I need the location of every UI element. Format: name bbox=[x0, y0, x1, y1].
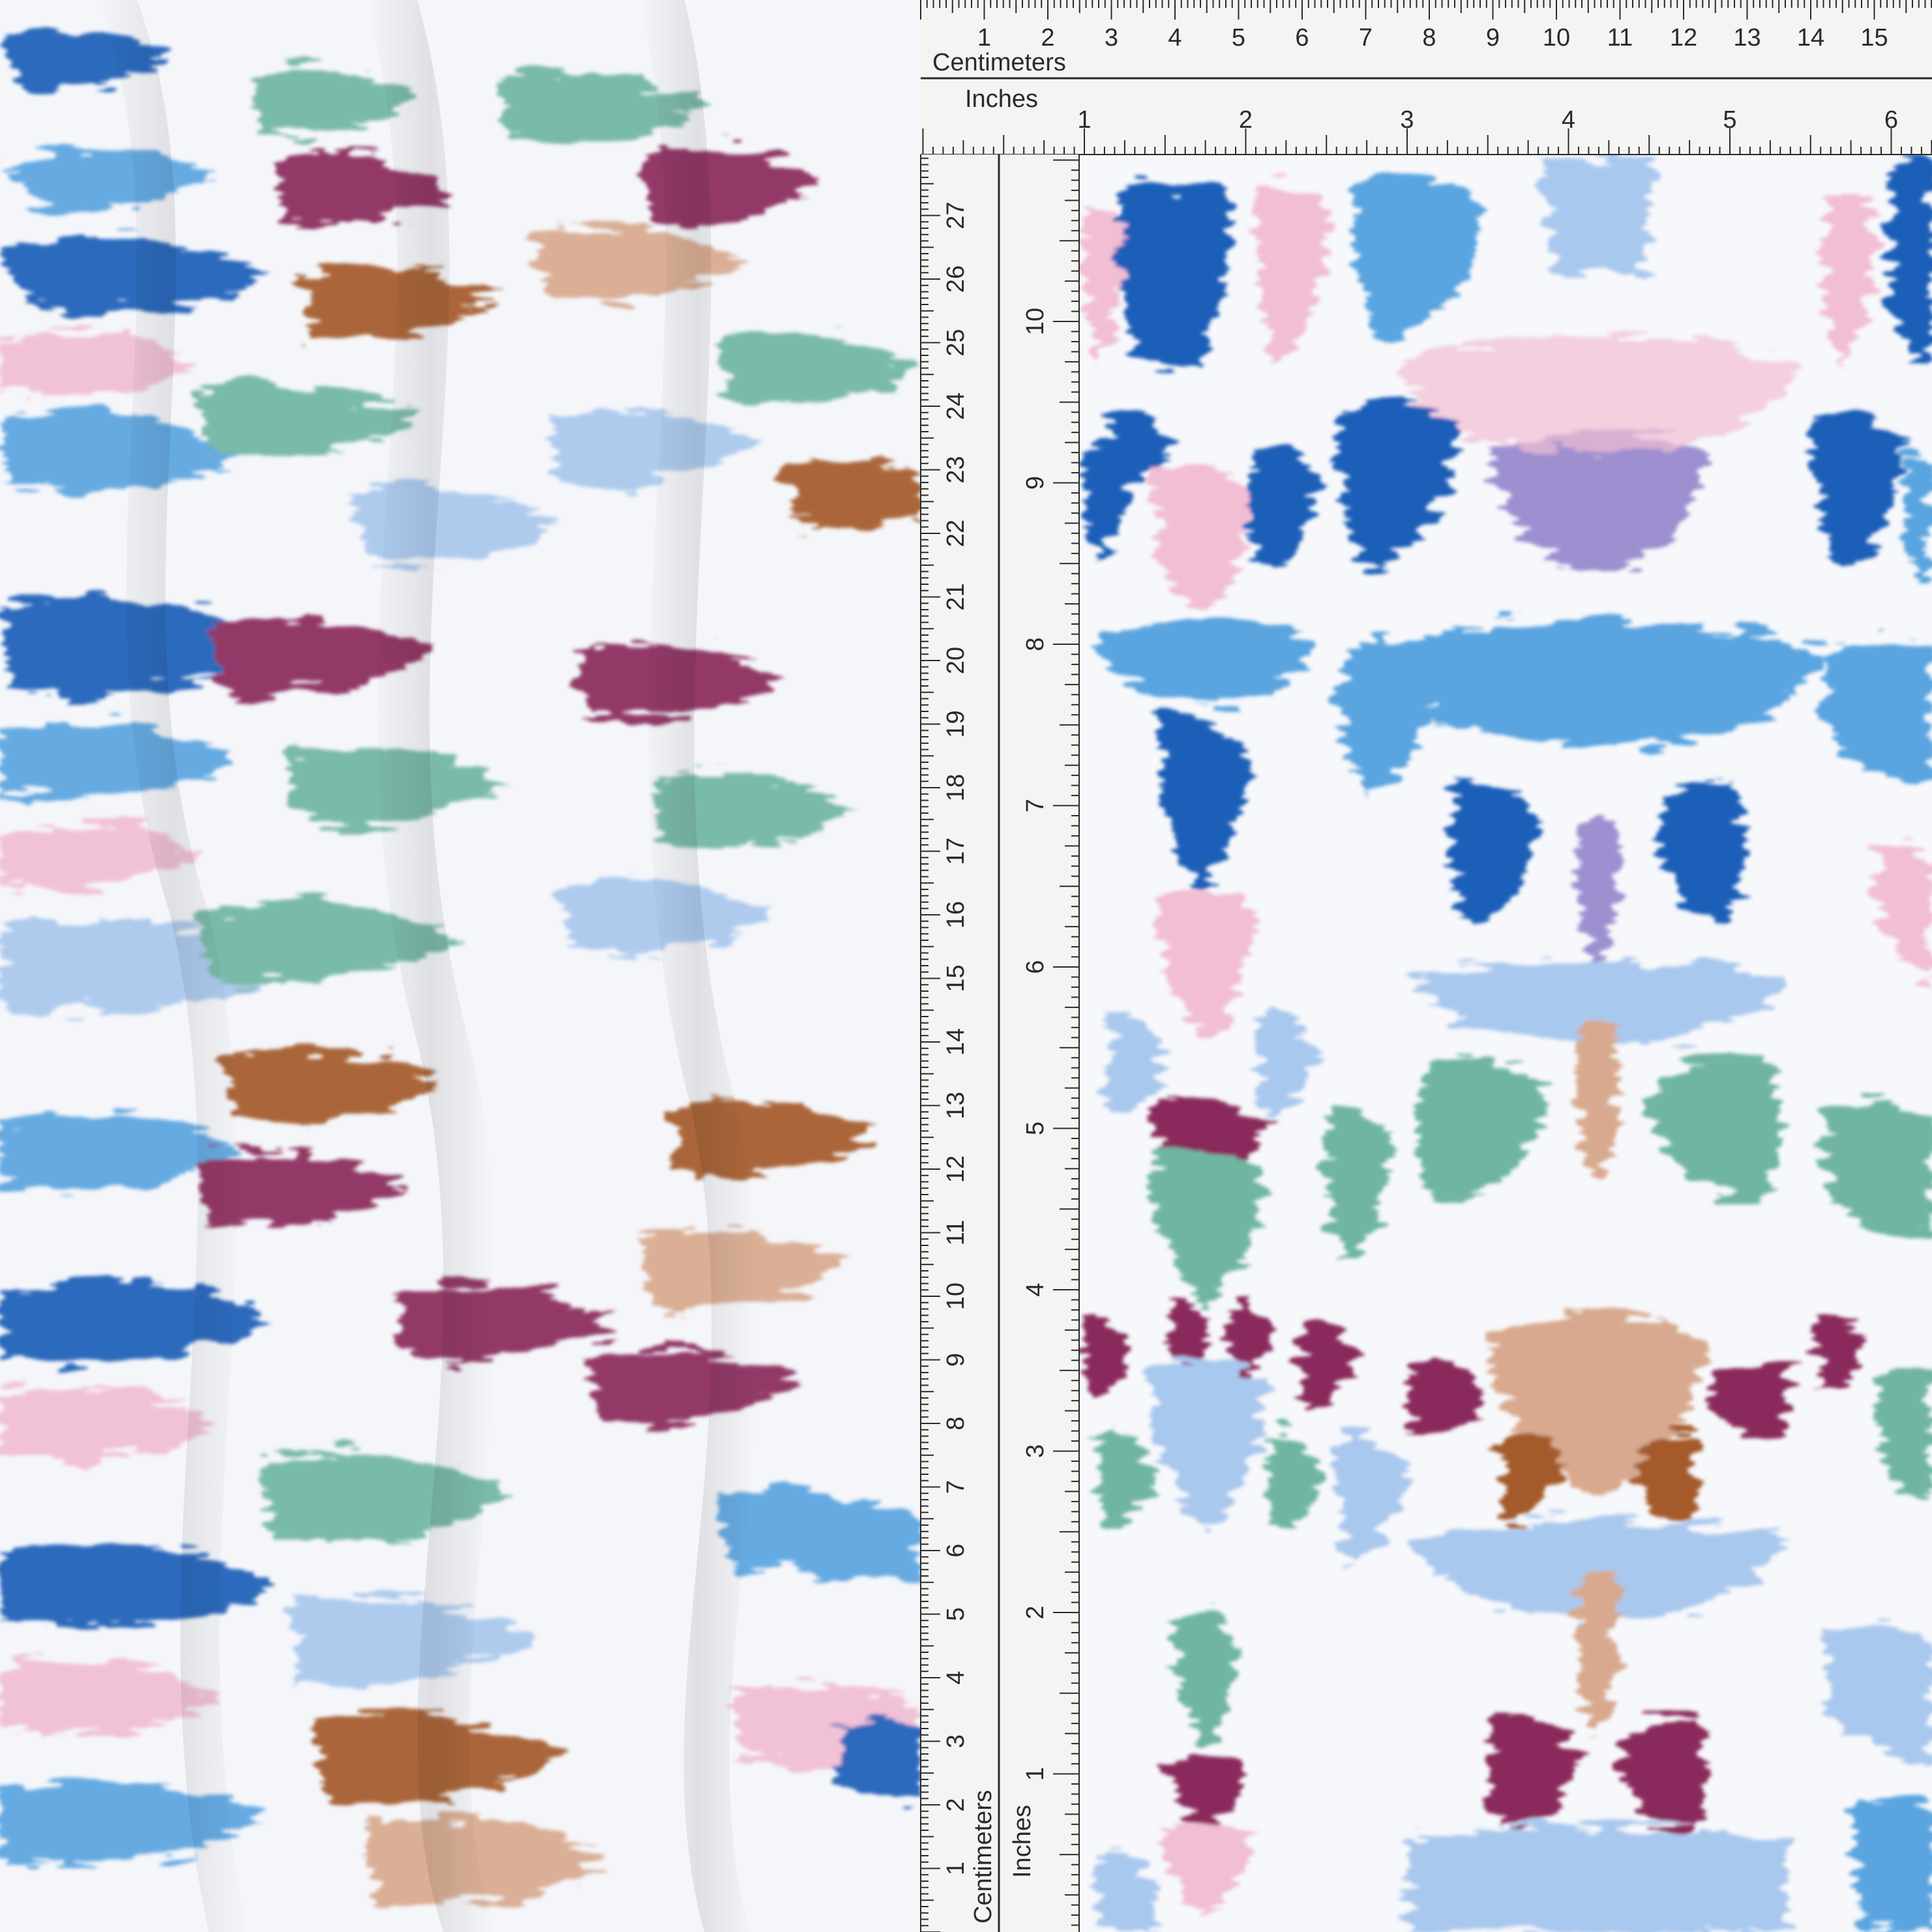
ruler-number: 7 bbox=[942, 1480, 970, 1494]
ruler-number: 3 bbox=[1022, 1444, 1049, 1458]
ruler-number: 14 bbox=[1797, 24, 1824, 52]
ruler-number: 22 bbox=[942, 520, 970, 547]
ruler-number: 1 bbox=[977, 24, 991, 52]
ruler-number: 14 bbox=[942, 1028, 970, 1056]
ruler-number: 7 bbox=[1359, 24, 1373, 52]
flat-fabric-swatch bbox=[1079, 155, 1932, 1932]
top-ruler-cm-title: Centimeters bbox=[932, 49, 1066, 76]
ruler-number: 1 bbox=[1022, 1767, 1049, 1781]
ruler-number: 5 bbox=[1723, 106, 1736, 134]
ruler-number: 2 bbox=[1239, 106, 1253, 134]
ruler-number: 17 bbox=[942, 837, 970, 865]
left-ruler: 1234567891011121314151617181920212223242… bbox=[920, 155, 1080, 1932]
fabric-swatch-photo: 1 2 3 4 5 6 7 8 9 10 11 12 13 14 15 123456 Centimeters… bbox=[0, 0, 1932, 1932]
ruler-number: 10 bbox=[1022, 308, 1049, 335]
ruler-number: 13 bbox=[942, 1092, 970, 1119]
ruler-number: 18 bbox=[942, 774, 970, 801]
ruler-number: 4 bbox=[1168, 24, 1181, 52]
draped-fabric bbox=[0, 0, 921, 1932]
ruler-number: 20 bbox=[942, 647, 970, 674]
ruler-number: 16 bbox=[942, 901, 970, 929]
ruler-number: 12 bbox=[942, 1155, 970, 1183]
ruler-number: 9 bbox=[1022, 476, 1049, 490]
ruler-number: 6 bbox=[1884, 106, 1898, 134]
ruler-number: 2 bbox=[1022, 1605, 1049, 1619]
ruler-number: 4 bbox=[1562, 106, 1575, 134]
ruler-number: 8 bbox=[942, 1416, 970, 1430]
left-ruler-in-title: Inches bbox=[1009, 1805, 1036, 1878]
ruler-number: 9 bbox=[942, 1353, 970, 1367]
ruler-number: 13 bbox=[1733, 24, 1761, 52]
top-ruler-in-title: Inches bbox=[965, 85, 1038, 113]
ruler-number: 3 bbox=[942, 1734, 970, 1748]
ruler-number: 23 bbox=[942, 456, 970, 483]
ruler-number: 3 bbox=[1400, 106, 1414, 134]
ruler-number: 2 bbox=[942, 1798, 970, 1811]
ruler-number: 4 bbox=[942, 1671, 970, 1684]
left-ruler-cm-title: Centimeters bbox=[970, 1790, 997, 1924]
ruler-number: 8 bbox=[1022, 637, 1049, 651]
ruler-number: 5 bbox=[942, 1607, 970, 1621]
ruler-number: 10 bbox=[942, 1283, 970, 1310]
ruler-number: 9 bbox=[1486, 24, 1500, 52]
ruler-number: 5 bbox=[1022, 1122, 1049, 1135]
ruler-number: 6 bbox=[942, 1543, 970, 1557]
ruler-number: 7 bbox=[1022, 799, 1049, 812]
ruler-number: 2 bbox=[1041, 24, 1054, 52]
ruler-number: 3 bbox=[1105, 24, 1118, 52]
ruler-number: 15 bbox=[1860, 24, 1888, 52]
ruler-number: 15 bbox=[942, 964, 970, 992]
ruler-number: 27 bbox=[942, 201, 970, 229]
ruler-number: 1 bbox=[1077, 106, 1091, 134]
ruler-number: 1 bbox=[942, 1862, 970, 1875]
top-ruler: 1 2 3 4 5 6 7 8 9 10 11 12 13 14 15 123456 Centimeters… bbox=[920, 0, 1932, 155]
ruler-number: 5 bbox=[1232, 24, 1245, 52]
ruler-number: 24 bbox=[942, 393, 970, 420]
ruler-number: 12 bbox=[1670, 24, 1697, 52]
ruler-number: 25 bbox=[942, 329, 970, 356]
ruler-number: 10 bbox=[1543, 24, 1570, 52]
ruler-number: 19 bbox=[942, 710, 970, 737]
ruler-number: 4 bbox=[1022, 1283, 1049, 1296]
ruler-number: 8 bbox=[1422, 24, 1436, 52]
ruler-number: 11 bbox=[1607, 24, 1633, 52]
ruler-number: 6 bbox=[1295, 24, 1309, 52]
top-ruler-cm-numbers: 1 2 3 4 5 6 7 8 9 10 11 12 13 14 15 bbox=[977, 24, 1888, 52]
ruler-number: 6 bbox=[1022, 960, 1049, 973]
ruler-number: 21 bbox=[942, 583, 970, 610]
ruler-number: 11 bbox=[942, 1220, 970, 1245]
ruler-number: 26 bbox=[942, 265, 970, 293]
